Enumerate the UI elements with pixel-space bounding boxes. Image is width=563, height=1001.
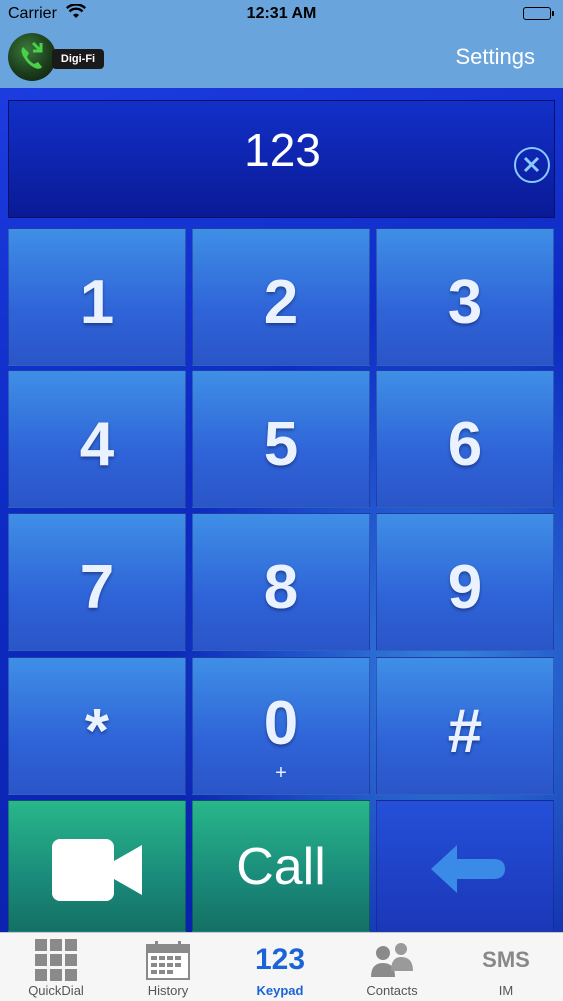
nav-bar: Digi-Fi Settings (0, 30, 563, 88)
tab-label: History (147, 983, 189, 998)
key-3[interactable]: 3 (376, 228, 554, 366)
tab-label: Keypad (256, 983, 304, 998)
tab-quickdial[interactable]: QuickDial (0, 933, 112, 1001)
dialed-number: 123 (244, 124, 321, 176)
keypad-screen: 123 1 2 3 4 5 6 7 8 9 * 0 + # Call (0, 88, 563, 932)
key-digit: 1 (79, 268, 115, 337)
key-digit: * (84, 697, 110, 766)
video-camera-icon (52, 839, 142, 901)
key-9[interactable]: 9 (376, 513, 554, 651)
key-5[interactable]: 5 (192, 370, 370, 508)
phone-logo-icon (8, 33, 56, 81)
key-digit: 2 (263, 268, 299, 337)
key-1[interactable]: 1 (8, 228, 186, 366)
tab-label: QuickDial (28, 983, 84, 998)
status-bar: Carrier 12:31 AM (0, 0, 563, 30)
battery-icon (523, 7, 554, 20)
clock: 12:31 AM (246, 5, 317, 22)
clear-button[interactable] (514, 147, 550, 183)
key-digit: 0 (263, 689, 299, 758)
key-digit: 9 (447, 553, 483, 622)
key-8[interactable]: 8 (192, 513, 370, 651)
key-digit: 7 (79, 553, 115, 622)
sms-icon: SMS (482, 947, 530, 972)
key-0[interactable]: 0 + (192, 657, 370, 795)
tab-keypad[interactable]: 123 Keypad (224, 933, 336, 1001)
tab-history[interactable]: History (112, 933, 224, 1001)
backspace-button[interactable] (376, 800, 554, 932)
key-star[interactable]: * (8, 657, 186, 795)
video-call-button[interactable] (8, 800, 186, 932)
key-digit: 6 (447, 410, 483, 479)
logo-text: Digi-Fi (52, 49, 104, 69)
tab-im[interactable]: SMS IM (450, 933, 562, 1001)
keypad-icon: 123 (254, 943, 306, 976)
key-hash[interactable]: # (376, 657, 554, 795)
settings-button[interactable]: Settings (456, 44, 536, 70)
key-2[interactable]: 2 (192, 228, 370, 366)
key-digit: 3 (447, 268, 483, 337)
call-label: Call (236, 838, 326, 896)
contacts-icon (371, 943, 413, 977)
app-logo: Digi-Fi (8, 33, 108, 83)
key-sub: + (275, 762, 287, 784)
tab-label: Contacts (366, 983, 418, 998)
key-4[interactable]: 4 (8, 370, 186, 508)
key-digit: # (447, 697, 483, 766)
key-digit: 8 (263, 553, 299, 622)
grid-icon (35, 939, 77, 981)
calendar-icon (146, 941, 190, 980)
tab-label: IM (498, 983, 514, 998)
key-6[interactable]: 6 (376, 370, 554, 508)
number-display: 123 (8, 100, 555, 218)
call-button[interactable]: Call (192, 800, 370, 932)
backspace-arrow-icon (431, 845, 505, 893)
close-icon (523, 156, 540, 173)
tab-contacts[interactable]: Contacts (336, 933, 448, 1001)
tab-bar: QuickDial History 123 Keypad Contacts SM… (0, 932, 563, 1001)
key-7[interactable]: 7 (8, 513, 186, 651)
key-digit: 4 (79, 410, 115, 479)
key-digit: 5 (263, 410, 299, 479)
